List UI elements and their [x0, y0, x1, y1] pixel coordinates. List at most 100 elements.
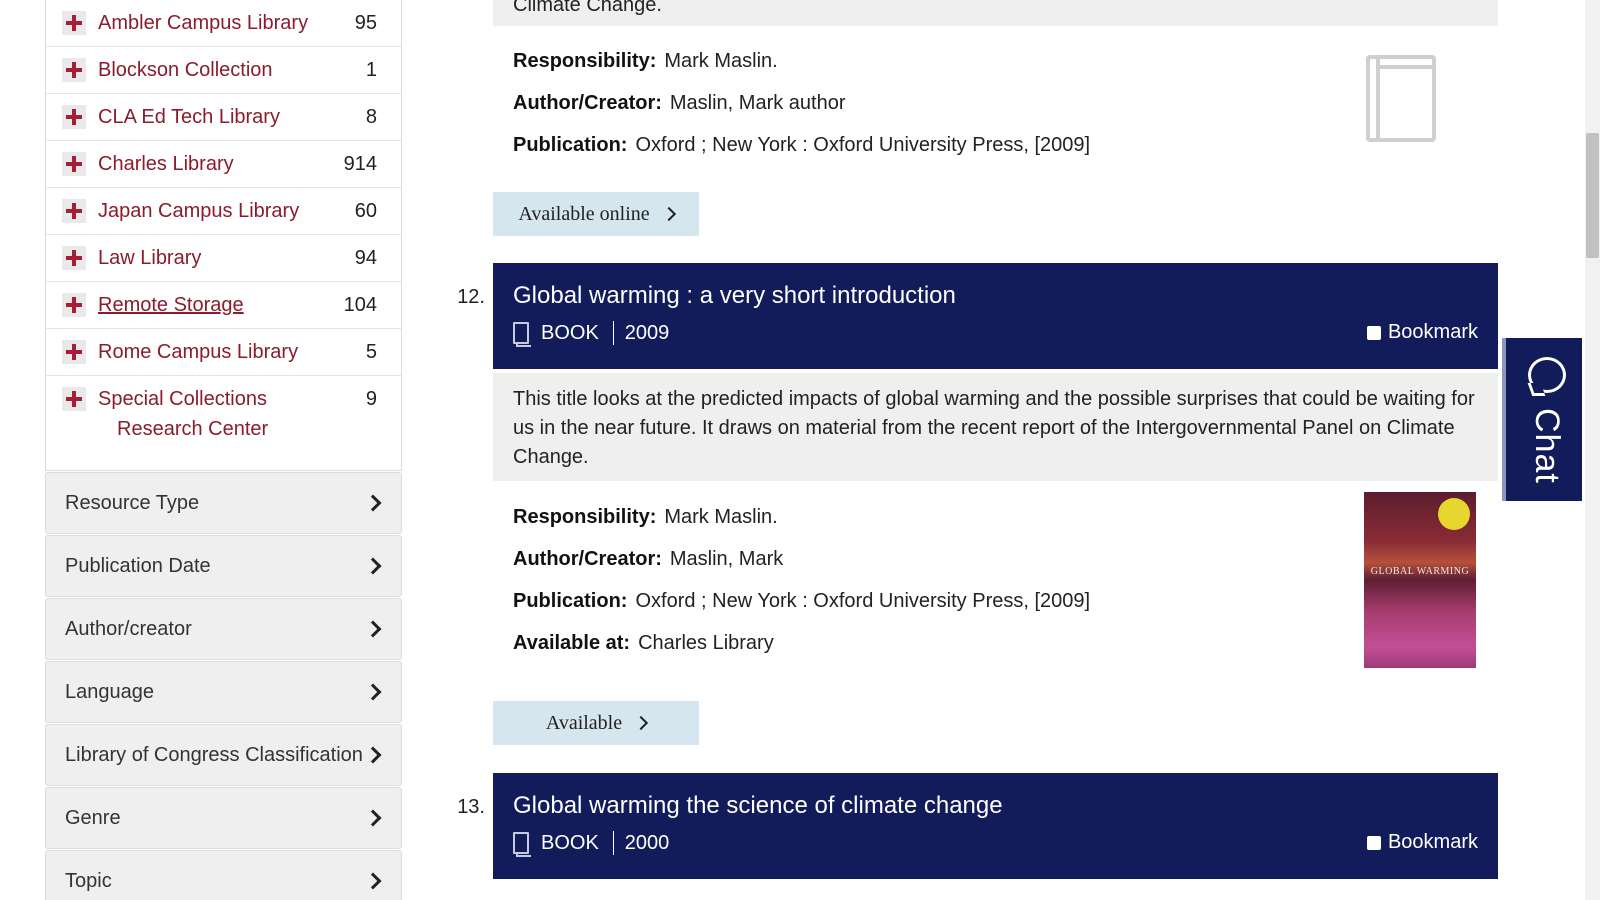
library-facet-label[interactable]: Special Collections Research Center	[98, 386, 337, 442]
field-value: Mark Maslin.	[664, 506, 778, 528]
chat-bubble-icon	[1528, 357, 1566, 393]
plus-icon[interactable]	[62, 11, 86, 35]
library-facet-item[interactable]: Remote Storage 104	[46, 282, 401, 329]
record-summary: Climate Change.	[493, 0, 1498, 26]
divider	[612, 831, 614, 855]
library-facet-item[interactable]: Ambler Campus Library 95	[46, 0, 401, 47]
divider	[612, 321, 614, 345]
library-facet-label-line2[interactable]: Research Center	[98, 416, 337, 442]
bookmark-label[interactable]: Bookmark	[1388, 321, 1478, 344]
chevron-right-icon	[364, 620, 382, 638]
plus-icon[interactable]	[62, 58, 86, 82]
bookmark-label[interactable]: Bookmark	[1388, 831, 1478, 854]
library-facet-label[interactable]: Blockson Collection	[98, 57, 337, 83]
cover-seal	[1438, 498, 1470, 530]
plus-icon[interactable]	[62, 340, 86, 364]
plus-icon[interactable]	[62, 199, 86, 223]
library-facet-label[interactable]: Remote Storage	[98, 292, 337, 318]
scrollbar[interactable]	[1585, 0, 1600, 900]
chat-label: Chat	[1528, 408, 1566, 484]
library-facet-count: 9	[365, 388, 377, 410]
bookmark-checkbox[interactable]	[1366, 325, 1381, 340]
book-icon	[513, 322, 531, 347]
field-value: Oxford ; New York : Oxford University Pr…	[635, 590, 1091, 612]
record-header: Global warming the science of climate ch…	[493, 773, 1498, 879]
plus-icon[interactable]	[62, 246, 86, 270]
record-summary: This title looks at the predicted impact…	[493, 373, 1498, 481]
library-facet-label[interactable]: Ambler Campus Library	[98, 10, 337, 36]
library-facet-label[interactable]: Rome Campus Library	[98, 339, 337, 365]
available-button[interactable]: Available	[493, 701, 699, 745]
field-value: Mark Maslin.	[664, 50, 778, 72]
record-title[interactable]: Global warming : a very short introducti…	[513, 282, 956, 310]
plus-icon[interactable]	[62, 152, 86, 176]
record-meta: BOOK 2009	[513, 321, 670, 347]
chat-tab[interactable]: Chat	[1502, 338, 1582, 501]
chevron-right-icon	[634, 715, 649, 731]
facet-resource-type[interactable]: Resource Type	[45, 472, 402, 534]
facet-author-creator[interactable]: Author/creator	[45, 598, 402, 660]
library-facet-item[interactable]: Japan Campus Library 60	[46, 188, 401, 235]
library-facet-count: 914	[343, 153, 377, 175]
facet-lc-classification[interactable]: Library of Congress Classification	[45, 724, 402, 786]
record-type: BOOK	[541, 831, 599, 854]
button-label: Available online	[518, 202, 650, 225]
library-facet-item[interactable]: Special Collections Research Center 9	[46, 376, 401, 452]
facet-publication-date[interactable]: Publication Date	[45, 535, 402, 597]
field-label: Available at:	[513, 632, 631, 654]
scrollbar-thumb[interactable]	[1586, 133, 1599, 258]
bookmark-toggle[interactable]: Bookmark	[1366, 831, 1478, 854]
record-summary-text: Climate Change.	[513, 0, 662, 16]
library-facet-count: 60	[354, 200, 377, 222]
record-year: 2009	[624, 321, 670, 344]
library-facet-item[interactable]: Law Library 94	[46, 235, 401, 282]
available-at-field: Available at: Charles Library	[513, 630, 774, 656]
plus-icon[interactable]	[62, 387, 86, 411]
chevron-right-icon	[364, 557, 382, 575]
library-facet-item[interactable]: Rome Campus Library 5	[46, 329, 401, 376]
record-type: BOOK	[541, 321, 599, 344]
publication-field: Publication: Oxford ; New York : Oxford U…	[513, 132, 1090, 158]
facet-label: Publication Date	[65, 554, 211, 577]
facet-sidebar: Ambler Campus Library 95 Blockson Collec…	[45, 0, 402, 900]
library-facet-list: Ambler Campus Library 95 Blockson Collec…	[45, 0, 402, 471]
facet-label: Library of Congress Classification	[65, 743, 363, 766]
library-facet-label-line1[interactable]: Special Collections	[98, 388, 267, 410]
book-cover-image[interactable]: GLOBAL WARMING	[1364, 492, 1476, 668]
record-title[interactable]: Global warming the science of climate ch…	[513, 792, 1003, 820]
available-online-button[interactable]: Available online	[493, 192, 699, 236]
book-placeholder-icon	[1366, 55, 1436, 142]
bookmark-toggle[interactable]: Bookmark	[1366, 321, 1478, 344]
library-facet-label[interactable]: Law Library	[98, 245, 337, 271]
facet-groups: Resource Type Publication Date Author/cr…	[45, 472, 402, 900]
library-facet-label[interactable]: Japan Campus Library	[98, 198, 337, 224]
responsibility-field: Responsibility: Mark Maslin.	[513, 504, 778, 530]
cover-title: GLOBAL WARMING	[1370, 566, 1470, 577]
library-facet-label[interactable]: Charles Library	[98, 151, 337, 177]
field-label: Responsibility:	[513, 50, 657, 72]
result-number: 13.	[457, 796, 485, 818]
facet-topic[interactable]: Topic	[45, 850, 402, 900]
facet-label: Resource Type	[65, 491, 200, 514]
library-facet-item[interactable]: Charles Library 914	[46, 141, 401, 188]
chevron-right-icon	[364, 494, 382, 512]
book-icon	[513, 832, 531, 857]
plus-icon[interactable]	[62, 293, 86, 317]
facet-genre[interactable]: Genre	[45, 787, 402, 849]
bookmark-checkbox[interactable]	[1366, 835, 1381, 850]
library-facet-count: 8	[365, 106, 377, 128]
field-label: Responsibility:	[513, 506, 657, 528]
facet-language[interactable]: Language	[45, 661, 402, 723]
chevron-right-icon	[364, 872, 382, 890]
library-facet-label[interactable]: CLA Ed Tech Library	[98, 104, 337, 130]
library-facet-item[interactable]: CLA Ed Tech Library 8	[46, 94, 401, 141]
publication-field: Publication: Oxford ; New York : Oxford U…	[513, 588, 1090, 614]
library-facet-item[interactable]: Blockson Collection 1	[46, 47, 401, 94]
field-value: Charles Library	[638, 632, 774, 654]
facet-label: Author/creator	[65, 617, 192, 640]
field-value: Maslin, Mark	[669, 548, 784, 570]
record-header: Global warming : a very short introducti…	[493, 263, 1498, 369]
plus-icon[interactable]	[62, 105, 86, 129]
field-label: Author/Creator:	[513, 548, 662, 570]
library-facet-count: 1	[365, 59, 377, 81]
